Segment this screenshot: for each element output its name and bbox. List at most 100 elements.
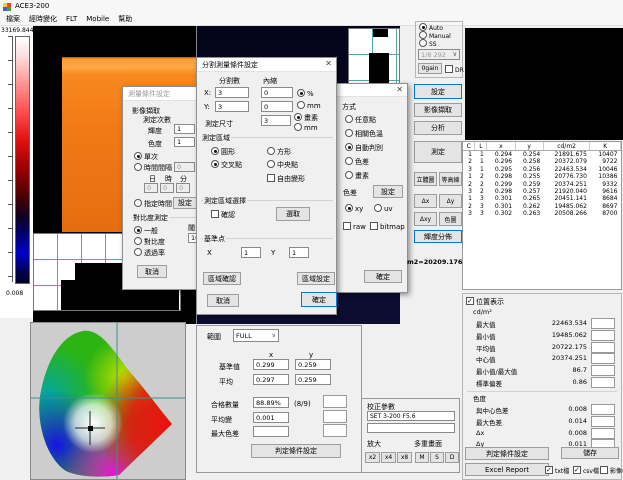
gain-button[interactable]: 0gain — [418, 63, 442, 74]
method-opt3-dot[interactable] — [345, 143, 353, 151]
interval-field[interactable]: 0 — [174, 162, 195, 172]
measure-dialog-titlebar[interactable]: 測量條件設定 — [123, 87, 201, 101]
method-xy-radio[interactable]: xy — [345, 204, 363, 213]
method-opt4-dot[interactable] — [345, 157, 353, 165]
table-row[interactable]: 210.2960.25820372.0799722 — [463, 158, 621, 165]
method-dialog[interactable]: ✕ 方式 任意點 相關色溫 自動判別 色差 畫素 色差 設定 xy uv raw… — [335, 83, 408, 293]
day-field[interactable]: 0 — [144, 183, 158, 193]
method-xy-dot[interactable] — [345, 204, 353, 212]
region-set-button[interactable]: 區域設定 — [297, 272, 335, 285]
general-radio[interactable]: 一般 — [134, 226, 158, 236]
region-confirm-button[interactable]: 區域確認 — [203, 272, 241, 285]
method-close-icon[interactable]: ✕ — [396, 85, 403, 94]
split-cancel-button[interactable]: 取消 — [207, 294, 239, 307]
mm2-radio[interactable]: mm — [294, 123, 318, 132]
single-radio[interactable]: 單次 — [134, 152, 158, 162]
method-bitmap-checkbox[interactable]: bitmap — [370, 222, 405, 231]
base-y-field[interactable]: 1 — [289, 247, 309, 258]
capture-button[interactable]: 影像擷取 — [414, 103, 462, 117]
table-row[interactable]: 110.2940.25421891.67510407 — [463, 151, 621, 159]
center-radio[interactable]: 中央點 — [267, 160, 298, 170]
transmit-radio-dot[interactable] — [134, 248, 142, 256]
menu-item-2[interactable]: FLT — [66, 15, 77, 23]
manual-radio-dot[interactable] — [419, 31, 427, 39]
method-dialog-titlebar[interactable]: ✕ — [336, 84, 407, 97]
avg-y-field[interactable]: 0.259 — [295, 374, 331, 385]
split-close-icon[interactable]: ✕ — [325, 59, 332, 68]
zoom-x8-button[interactable]: x8 — [397, 452, 412, 463]
method-raw-checkbox[interactable]: raw — [343, 222, 366, 231]
size-field[interactable]: 3 — [261, 115, 291, 126]
table-row[interactable]: 320.2980.25721920.0409616 — [463, 188, 621, 195]
measure-condition-dialog[interactable]: 測量條件設定 影像擷取 測定次數 輝度 1 色度 1 單次 時間間隔 0 日 時… — [122, 86, 202, 290]
table-row[interactable]: 310.2950.25622463.53410046 — [463, 166, 621, 173]
x-inset-field[interactable]: 0 — [261, 87, 293, 98]
measure-button[interactable]: 測定 — [414, 141, 462, 163]
ss-radio-dot[interactable] — [419, 39, 427, 47]
method-raw-box[interactable] — [343, 222, 351, 230]
rect-radio[interactable]: 方形 — [267, 147, 291, 157]
method-opt5-radio[interactable]: 畫素 — [345, 171, 369, 181]
image-file-checkbox-box[interactable] — [600, 466, 608, 474]
spec-time-set-button[interactable]: 設定 — [173, 197, 197, 209]
rect-radio-dot[interactable] — [267, 147, 275, 155]
table-row[interactable]: 120.2980.25520776.73010386 — [463, 173, 621, 180]
set-button[interactable]: 設定 — [414, 84, 462, 99]
method-opt1-radio[interactable]: 任意點 — [345, 115, 376, 125]
auto-radio-dot[interactable] — [419, 23, 427, 31]
base-x-field[interactable]: 1 — [241, 247, 261, 258]
ref-x-field[interactable]: 0.299 — [253, 359, 289, 370]
pixel-radio-dot[interactable] — [294, 113, 302, 121]
free-checkbox-box[interactable] — [267, 174, 275, 182]
ss-radio[interactable]: SS — [419, 39, 437, 48]
method-opt4-radio[interactable]: 色差 — [345, 157, 369, 167]
dr-checkbox-box[interactable] — [445, 65, 453, 73]
table-row[interactable]: 130.3010.26520451.1418684 — [463, 195, 621, 202]
mm-radio[interactable]: mm — [297, 101, 321, 110]
txt-checkbox[interactable]: txt檔 — [545, 466, 569, 475]
show-position-box[interactable] — [466, 297, 474, 305]
luminance-dist-button[interactable]: 輝度分佈 — [414, 230, 462, 243]
method-opt2-dot[interactable] — [345, 129, 353, 137]
csv-checkbox-box[interactable] — [573, 466, 581, 474]
multi-s-button[interactable]: S — [430, 452, 444, 463]
method-set-button[interactable]: 設定 — [373, 185, 403, 198]
shutter-combo[interactable]: 1/8 292∨ — [418, 49, 460, 60]
split-ok-button[interactable]: 確定 — [301, 292, 337, 307]
contrast-radio-dot[interactable] — [134, 237, 142, 245]
y-inset-field[interactable]: 0 — [261, 101, 293, 112]
method-opt3-radio[interactable]: 自動判別 — [345, 143, 383, 153]
judge-condition-button[interactable]: 判定條件設定 — [465, 447, 549, 460]
method-ok-button[interactable]: 確定 — [364, 270, 402, 283]
circle-radio[interactable]: 圓形 — [211, 147, 235, 157]
delta-x-button[interactable]: Δx — [414, 194, 437, 208]
secondary-image-view[interactable] — [465, 28, 623, 140]
zoom-x4-button[interactable]: x4 — [381, 452, 396, 463]
analyze-button[interactable]: 分析 — [414, 121, 462, 135]
mm2-radio-dot[interactable] — [294, 123, 302, 131]
dr-checkbox[interactable]: DR — [445, 65, 464, 74]
method-opt5-dot[interactable] — [345, 171, 353, 179]
hour-field[interactable]: 0 — [160, 183, 174, 193]
transmit-radio[interactable]: 透過率 — [134, 248, 165, 258]
calibration-field[interactable]: SET 3-200 F5.6 — [367, 411, 455, 421]
pct-radio-dot[interactable] — [297, 89, 305, 97]
pixel-radio[interactable]: 畫素 — [294, 113, 318, 123]
cross-radio[interactable]: 交叉點 — [211, 160, 242, 170]
method-uv-radio[interactable]: uv — [374, 204, 393, 213]
spec-time-radio-dot[interactable] — [134, 199, 142, 207]
y-div-field[interactable]: 3 — [215, 101, 249, 112]
table-row[interactable]: 220.2990.25920374.2519332 — [463, 181, 621, 188]
txt-checkbox-box[interactable] — [545, 466, 553, 474]
chroma-count-field[interactable]: 1 — [174, 137, 195, 147]
spec-time-radio[interactable]: 指定時間 — [134, 199, 172, 209]
mm-radio-dot[interactable] — [297, 101, 305, 109]
table-row[interactable]: 330.3020.26320508.2668700 — [463, 210, 621, 217]
menu-item-1[interactable]: 經時變化 — [29, 14, 57, 24]
confirm-checkbox-box[interactable] — [211, 210, 219, 218]
ref-y-field[interactable]: 0.259 — [295, 359, 331, 370]
free-checkbox[interactable]: 自由變形 — [267, 174, 305, 184]
range-combo[interactable]: FULL∨ — [233, 329, 279, 342]
save-button[interactable]: 儲存 — [561, 447, 619, 459]
pick-button[interactable]: 選取 — [276, 207, 310, 221]
